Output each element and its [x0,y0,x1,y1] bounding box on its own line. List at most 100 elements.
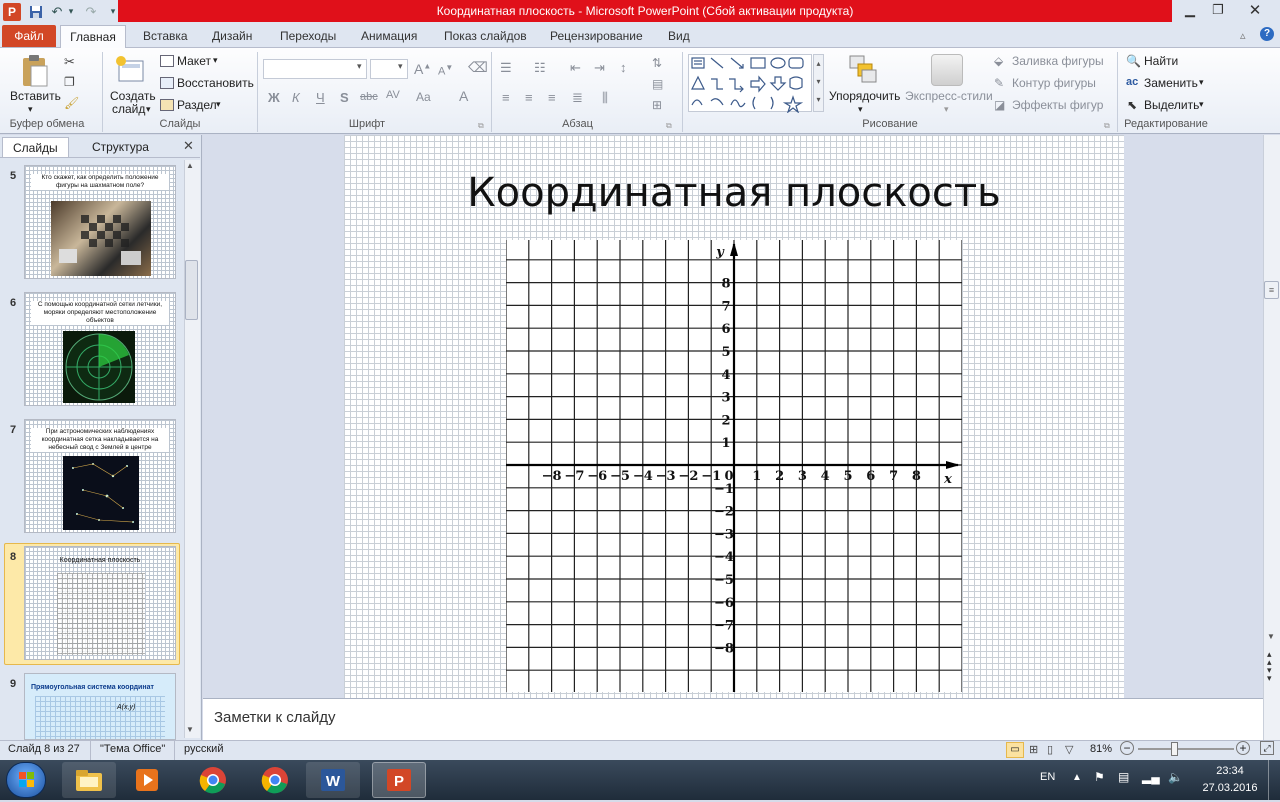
word-icon[interactable]: W [306,762,360,798]
italic-button[interactable]: К [292,90,300,105]
normal-view-icon[interactable]: ▭ [1006,742,1024,758]
font-color-button[interactable]: A [459,88,468,104]
shapes-gallery[interactable] [688,54,812,114]
close-panel-icon[interactable]: ✕ [183,138,194,154]
network-icon[interactable]: ▤ [1118,770,1129,784]
bullets-icon[interactable]: ☰ [500,60,512,76]
numbering-icon[interactable]: ☷ [534,60,546,76]
reading-view-icon[interactable]: ▯ [1047,743,1053,756]
align-right-icon[interactable]: ≡ [548,90,556,105]
underline-button[interactable]: Ч [316,90,325,105]
chrome-icon[interactable] [248,762,302,798]
scrollbar-thumb[interactable] [185,260,198,320]
layout-dropdown-icon[interactable]: ▾ [213,55,218,66]
slide-thumbnail-selected[interactable]: Координатная плоскость [24,546,176,660]
arrange-icon[interactable] [846,54,880,86]
columns-icon[interactable]: ⫼ [602,90,608,106]
next-slide-icon[interactable]: ▾ ▾ [1267,666,1272,683]
tab-design[interactable]: Дизайн [212,29,252,43]
character-spacing-button[interactable]: AV [386,89,400,101]
slide-title[interactable]: Координатная плоскость [344,170,1124,216]
smartart-icon[interactable]: ⊞ [652,98,662,112]
tab-animations[interactable]: Анимация [361,29,417,43]
clock-date[interactable]: 27.03.2016 [1196,782,1264,794]
paste-dropdown-icon[interactable]: ▾ [28,104,33,115]
tab-file[interactable]: Файл [2,25,56,47]
shapes-gallery-scroll[interactable]: ▴ ▾ ▾ [813,54,824,112]
fit-to-window-icon[interactable]: ⤢ [1260,741,1274,755]
shape-fill-button[interactable]: Заливка фигуры [1012,54,1104,68]
layout-button[interactable]: Макет [177,54,211,68]
chrome-icon[interactable] [186,762,240,798]
slide-thumbnail[interactable]: Прямоугольная система координат A(x,y) [24,673,176,740]
increase-indent-icon[interactable]: ⇥ [594,60,605,76]
start-button[interactable] [6,762,46,798]
cut-icon[interactable]: ✂ [64,54,75,70]
paragraph-dialog-launcher-icon[interactable]: ⧉ [666,121,672,131]
zoom-level[interactable]: 81% [1090,743,1112,755]
redo-icon[interactable]: ↷ [82,3,100,20]
language-indicator[interactable]: русский [184,743,223,755]
slide-sorter-icon[interactable]: ⊞ [1029,743,1038,756]
font-size-dropdown-icon[interactable]: ▾ [398,61,403,72]
clock-time[interactable]: 23:34 [1200,765,1260,777]
minimize-ribbon-icon[interactable]: ▵ [1240,29,1246,42]
scrollbar-thumb[interactable]: ≡ [1264,281,1279,299]
tab-slideshow[interactable]: Показ слайдов [444,29,527,43]
restore-icon[interactable]: ❐ [1204,0,1232,20]
shadow-button[interactable]: S [340,90,349,105]
shape-effects-button[interactable]: Эффекты фигур [1012,98,1103,112]
font-name-field[interactable] [263,59,367,79]
tab-home[interactable]: Главная [60,25,126,49]
paste-icon[interactable] [20,54,50,88]
slideshow-icon[interactable]: ▽ [1065,743,1073,756]
close-icon[interactable]: ✕ [1232,0,1278,20]
tab-view[interactable]: Вид [668,29,690,43]
signal-icon[interactable]: ▂▄ [1142,770,1160,784]
new-slide-label-2[interactable]: слайд [112,102,145,116]
slide-thumbnail[interactable]: С помощью координатной сетки летчики, мо… [24,292,176,406]
new-slide-dropdown-icon[interactable]: ▾ [146,104,151,115]
minimize-icon[interactable]: ▁ [1176,0,1204,20]
volume-icon[interactable]: 🔈 [1168,770,1183,784]
paste-button[interactable]: Вставить [10,89,61,103]
notes-pane[interactable]: Заметки к слайду [203,698,1263,740]
tab-slides-panel[interactable]: Слайды [2,137,69,157]
show-hidden-icons-icon[interactable]: ▲ [1072,772,1082,783]
zoom-slider-thumb[interactable] [1171,742,1178,756]
section-button[interactable]: Раздел [177,98,217,112]
undo-dropdown-icon[interactable]: ▾ [66,3,76,20]
slide-thumbnail[interactable]: При астрономических наблюдениях координа… [24,419,176,533]
help-icon[interactable]: ? [1260,27,1274,41]
bold-button[interactable]: Ж [268,90,280,105]
tab-review[interactable]: Рецензирование [550,29,643,43]
font-dialog-launcher-icon[interactable]: ⧉ [478,121,484,131]
shape-outline-button[interactable]: Контур фигуры [1012,76,1096,90]
align-text-icon[interactable]: ▤ [652,77,663,91]
keyboard-language[interactable]: EN [1040,771,1055,783]
text-direction-icon[interactable]: ⇅ [652,56,662,70]
coordinate-plane-image[interactable]: −8 −7 −6 −5 −4 −3 −2 −1 0 1 2 3 4 5 6 7 8 8 7 6 5 4 3 2 1 −1 −2 −3−… [505,240,963,692]
format-painter-icon[interactable]: 🖌 [64,96,79,110]
shrink-font-icon[interactable]: A▼ [438,63,453,78]
strikethrough-button[interactable]: abc [360,91,378,103]
arrange-button[interactable]: Упорядочить [829,89,900,103]
find-button[interactable]: Найти [1144,54,1178,68]
copy-icon[interactable]: ❐ [64,75,75,89]
save-icon[interactable] [27,3,45,20]
select-button[interactable]: Выделить [1144,98,1199,112]
scroll-down-icon[interactable]: ▼ [186,725,194,734]
line-spacing-icon[interactable]: ↕ [620,60,627,75]
new-slide-icon[interactable] [115,55,147,85]
reset-button[interactable]: Восстановить [177,76,254,90]
clear-format-icon[interactable]: ⌫ [468,59,488,76]
quick-styles-icon[interactable] [931,54,963,86]
decrease-indent-icon[interactable]: ⇤ [570,60,581,76]
action-center-icon[interactable]: ⚑ [1094,770,1105,784]
theme-name[interactable]: "Тема Office" [100,743,165,755]
slides-panel-scrollbar[interactable] [184,160,200,738]
new-slide-label[interactable]: Создать [110,89,156,103]
scroll-down-icon[interactable]: ▼ [1267,632,1275,641]
zoom-in-icon[interactable]: + [1236,741,1250,755]
scroll-up-icon[interactable]: ▲ [186,161,194,170]
